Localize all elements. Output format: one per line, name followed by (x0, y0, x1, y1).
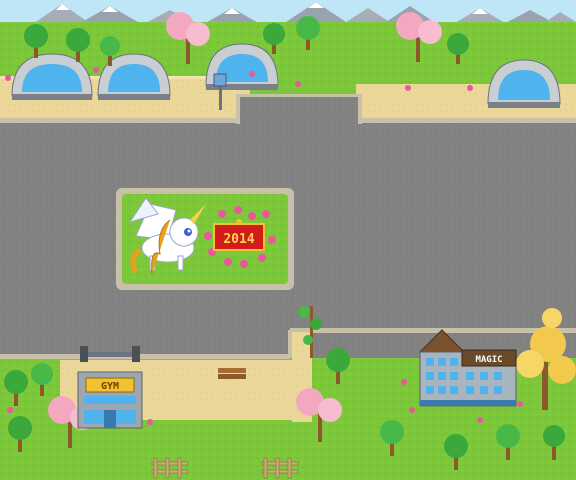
banner-year-text: 2014 (223, 232, 254, 247)
year-banner[interactable]: 2014 (213, 219, 265, 251)
gym-sign-text: GYM (101, 381, 119, 392)
magic-sign-text: MAGIC (475, 355, 502, 365)
game-map[interactable]: 2014 GYM MAGIC (0, 0, 576, 480)
